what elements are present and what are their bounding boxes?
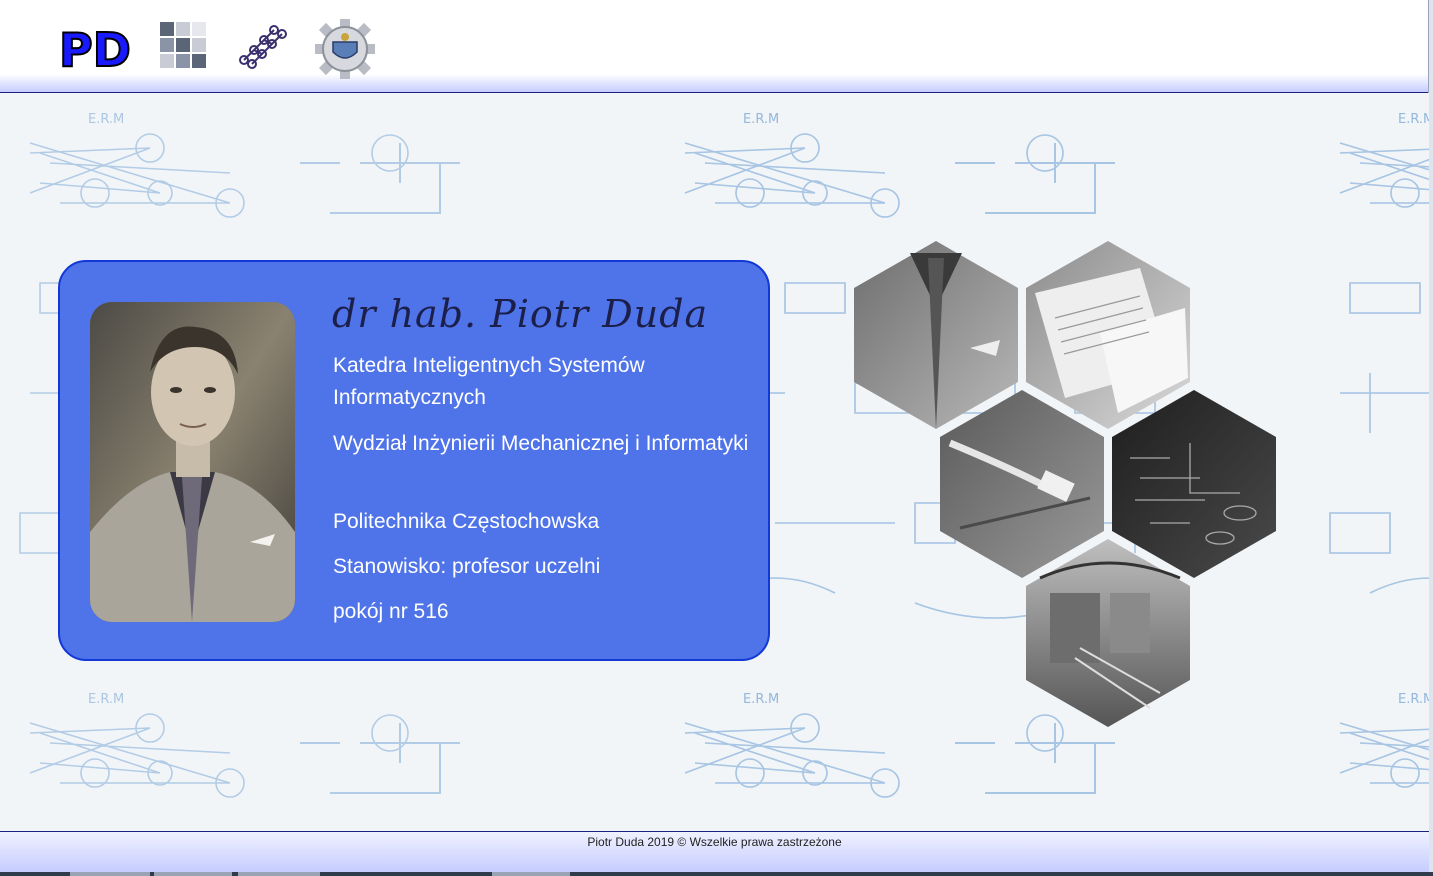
network-logo[interactable] <box>236 20 290 72</box>
taskbar-button[interactable] <box>70 872 150 876</box>
papers-photo <box>1026 241 1190 429</box>
taskbar-button[interactable] <box>238 872 320 876</box>
room-text: pokój nr 516 <box>333 600 449 623</box>
profile-name: dr hab. Piotr Duda <box>332 292 709 336</box>
department-text: Katedra Inteligentnych Systemów Informat… <box>333 354 645 409</box>
university-text: Politechnika Częstochowska <box>333 510 600 533</box>
pd-logo[interactable]: PD <box>58 20 132 72</box>
footer-bar: Piotr Duda 2019 © Wszelkie prawa zastrze… <box>0 831 1429 873</box>
profile-photo <box>90 302 295 622</box>
blackboard-photo <box>1112 390 1276 578</box>
hexagon-gallery <box>854 241 1276 727</box>
position-text: Stanowisko: profesor uczelni <box>333 555 601 578</box>
suit-photo <box>854 241 1018 429</box>
grid-logo[interactable] <box>158 20 208 72</box>
main-content: E.R.M SIGMOIDA <box>0 93 1429 831</box>
profile-card: dr hab. Piotr Duda Katedra Inteligentnyc… <box>58 260 770 661</box>
taskbar-button[interactable] <box>154 872 232 876</box>
building-photo <box>1026 539 1190 727</box>
university-crest-logo[interactable] <box>314 18 376 80</box>
pd-logo-text: PD <box>59 23 131 72</box>
faculty-text: Wydział Inżynierii Mechanicznej i Inform… <box>333 432 749 455</box>
cable-photo <box>940 390 1104 578</box>
taskbar-button[interactable] <box>492 872 570 876</box>
header-bar <box>0 0 1429 93</box>
copyright-text: Piotr Duda 2019 © Wszelkie prawa zastrze… <box>587 835 842 849</box>
